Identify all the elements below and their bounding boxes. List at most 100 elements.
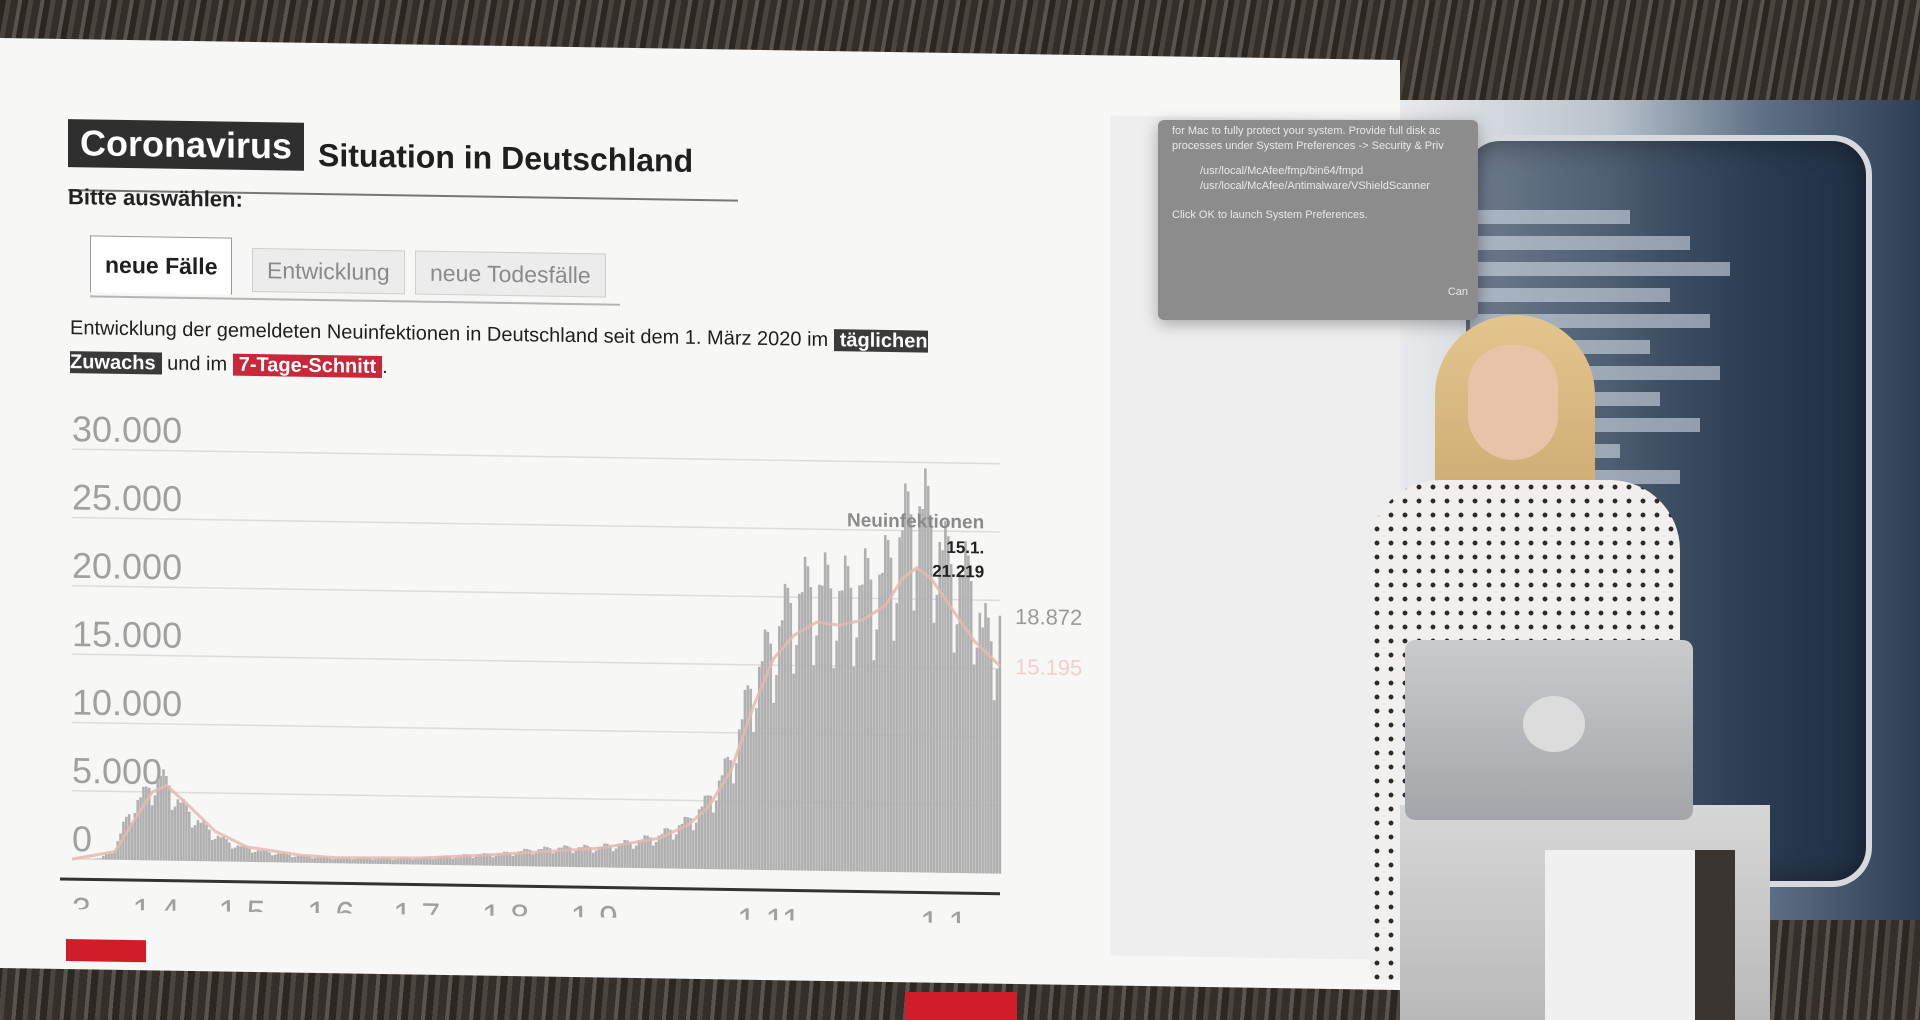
presenter-face	[1468, 345, 1558, 460]
bar	[434, 858, 437, 865]
laptop-logo-icon	[1523, 696, 1585, 752]
x-tick-label: 1.6.	[307, 895, 364, 925]
laptop	[1405, 640, 1693, 820]
legend-average: 7-Tage-Schnitt	[232, 353, 383, 379]
bar	[746, 685, 750, 870]
bar	[967, 555, 970, 874]
bar	[672, 839, 675, 869]
bar	[795, 644, 798, 871]
bar	[162, 769, 165, 861]
bar	[852, 666, 856, 872]
bar	[778, 626, 781, 871]
bar	[451, 858, 455, 866]
x-axis	[60, 877, 1000, 896]
bar	[969, 581, 973, 874]
bar	[102, 855, 105, 860]
infection-chart[interactable]: 0 5.000 10.000 15.000 20.000 25.000 30.000 1.3.…	[60, 409, 1100, 925]
bar	[136, 800, 140, 861]
bar	[190, 827, 194, 862]
bar	[84, 858, 88, 860]
bar	[110, 853, 114, 860]
dialog-path-2: /usr/local/McAfee/Antimalware/VShieldSca…	[1200, 180, 1430, 192]
bar	[216, 835, 220, 862]
bar	[331, 859, 334, 864]
bar	[838, 591, 841, 872]
bar	[763, 629, 767, 871]
bar	[242, 845, 245, 862]
bar	[703, 795, 707, 870]
bar	[291, 857, 294, 863]
bar	[660, 834, 664, 869]
bar	[591, 852, 595, 868]
bar	[809, 587, 813, 871]
bar	[820, 585, 824, 871]
bar	[153, 795, 157, 861]
bar	[87, 858, 91, 860]
description-text-end: .	[382, 356, 388, 379]
bar	[872, 660, 876, 872]
bar	[700, 806, 704, 870]
bar	[551, 853, 555, 867]
bar	[554, 851, 558, 867]
bar	[629, 841, 632, 868]
bar	[692, 830, 695, 869]
chart-description: Entwicklung der gemeldeten Neuinfektione…	[70, 311, 1010, 394]
bar	[262, 849, 266, 863]
tab-neue-faelle[interactable]: neue Fälle	[90, 235, 233, 295]
bar	[296, 855, 300, 863]
title-text: Situation in Deutschland	[318, 136, 694, 179]
bar	[863, 548, 867, 872]
bar	[780, 620, 784, 871]
bar	[90, 858, 94, 860]
bar	[394, 859, 397, 865]
bar	[634, 845, 638, 869]
bar	[800, 592, 804, 871]
bar	[961, 574, 964, 874]
x-tick-label: 1.11.	[737, 902, 810, 926]
bar	[127, 814, 131, 861]
bar	[609, 845, 612, 868]
bar	[892, 640, 896, 873]
bar	[984, 603, 987, 874]
bar	[225, 839, 228, 862]
bar	[176, 799, 180, 861]
tooltip-value: 21.219	[932, 562, 984, 582]
x-tick-label: 1.4.	[132, 892, 189, 925]
bar	[245, 847, 248, 862]
bar	[531, 854, 535, 867]
dialog-line-2: processes under System Preferences -> Se…	[1172, 140, 1444, 152]
bar	[279, 853, 283, 863]
bar	[789, 602, 793, 871]
bar	[276, 853, 280, 863]
bar	[886, 539, 890, 872]
bar	[654, 841, 658, 869]
bar	[222, 836, 225, 862]
bar	[697, 809, 701, 870]
bar	[792, 673, 795, 871]
bar	[248, 848, 251, 862]
bar	[574, 850, 578, 868]
bar	[230, 848, 234, 862]
bar	[188, 811, 191, 861]
bar	[124, 816, 128, 861]
bar	[992, 700, 996, 874]
bar	[806, 566, 810, 871]
bar	[783, 583, 787, 871]
tab-neue-todesfaelle[interactable]: neue Todesfälle	[415, 250, 606, 298]
bar	[921, 508, 924, 873]
bar	[652, 845, 655, 869]
bar	[93, 858, 97, 860]
bar	[285, 853, 288, 863]
bar	[233, 847, 237, 862]
bar	[846, 565, 850, 872]
bar	[334, 858, 337, 864]
dialog-cancel-button[interactable]: Can	[1448, 285, 1468, 300]
bar	[657, 835, 661, 869]
bar	[640, 839, 644, 869]
y-tick-label: 15.000	[72, 613, 182, 656]
bar	[311, 858, 314, 863]
tab-entwicklung[interactable]: Entwicklung	[252, 247, 405, 295]
bar	[909, 514, 913, 873]
bar	[474, 856, 477, 866]
dialog-path-1: /usr/local/McAfee/fmp/bin64/fmpd	[1200, 165, 1364, 177]
